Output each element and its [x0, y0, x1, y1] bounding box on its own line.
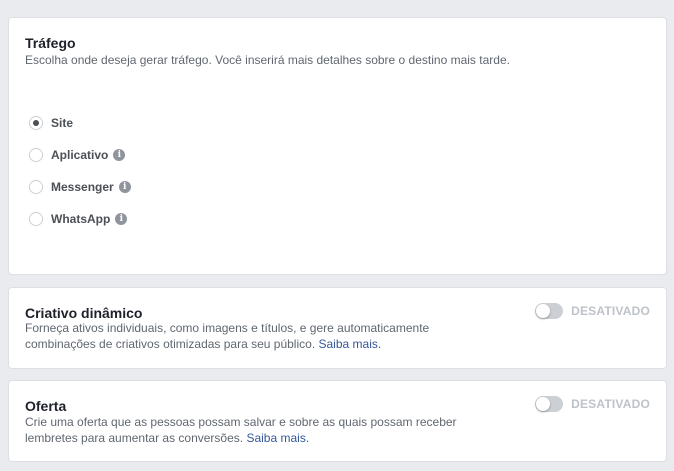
toggle-status-label: DESATIVADO	[571, 397, 650, 411]
offer-title: Oferta	[25, 398, 67, 414]
toggle-switch[interactable]	[535, 396, 564, 412]
offer-desc-text: Crie uma oferta que as pessoas possam sa…	[25, 415, 457, 445]
site-label: Site	[51, 116, 74, 130]
traffic-option-messenger[interactable]: Messenger i	[29, 179, 131, 195]
traffic-section: Tráfego Escolha onde deseja gerar tráfeg…	[8, 17, 667, 275]
site-radio[interactable]	[29, 116, 43, 130]
whatsapp-label: WhatsApp	[51, 212, 111, 226]
offer-toggle[interactable]: DESATIVADO	[535, 396, 650, 412]
learn-more-link[interactable]: Saiba mais.	[319, 337, 382, 351]
offer-section: Oferta Crie uma oferta que as pessoas po…	[8, 380, 667, 462]
info-icon[interactable]: i	[113, 149, 126, 161]
traffic-option-whatsapp[interactable]: WhatsApp i	[29, 211, 128, 227]
info-icon[interactable]: i	[115, 213, 128, 225]
toggle-switch[interactable]	[535, 303, 564, 319]
offer-description: Crie uma oferta que as pessoas possam sa…	[25, 414, 495, 446]
info-icon[interactable]: i	[118, 181, 131, 193]
messenger-label: Messenger	[51, 180, 114, 194]
traffic-option-app[interactable]: Aplicativo i	[29, 147, 126, 163]
learn-more-link[interactable]: Saiba mais.	[246, 431, 309, 445]
traffic-title: Tráfego	[25, 35, 76, 51]
toggle-status-label: DESATIVADO	[571, 304, 650, 318]
traffic-option-site[interactable]: Site	[29, 115, 73, 131]
app-radio[interactable]	[29, 148, 43, 162]
dynamic-creative-section: Criativo dinâmico Forneça ativos individ…	[8, 287, 667, 369]
app-label: Aplicativo	[51, 148, 109, 162]
messenger-radio[interactable]	[29, 180, 43, 194]
traffic-description: Escolha onde deseja gerar tráfego. Você …	[25, 53, 510, 67]
whatsapp-radio[interactable]	[29, 212, 43, 226]
dynamic-creative-description: Forneça ativos individuais, como imagens…	[25, 320, 475, 352]
dynamic-creative-toggle[interactable]: DESATIVADO	[535, 303, 650, 319]
